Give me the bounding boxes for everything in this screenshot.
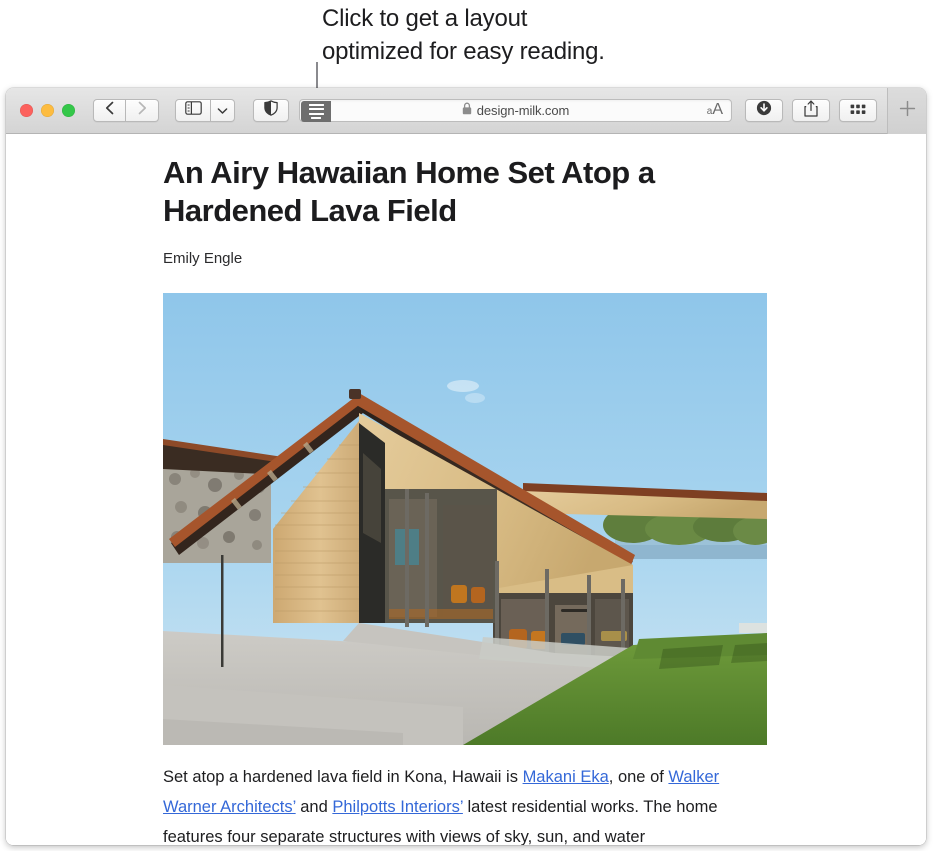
reader-icon-line-4	[311, 117, 321, 120]
address-field[interactable]: design-milk.com a A	[299, 99, 732, 122]
body-text-1: Set atop a hardened lava field in Kona, …	[163, 768, 523, 786]
tab-overview-icon	[850, 102, 866, 120]
shield-icon	[264, 100, 278, 121]
plus-icon	[898, 99, 917, 123]
body-text-2: , one of	[608, 768, 669, 786]
privacy-report-button[interactable]	[253, 99, 289, 122]
back-button[interactable]	[93, 99, 126, 122]
hero-image	[163, 293, 767, 745]
text-size-button[interactable]: a A	[703, 101, 727, 122]
download-icon	[756, 100, 772, 121]
screenshot-root: Click to get a layout optimized for easy…	[0, 0, 934, 851]
article-body: Set atop a hardened lava field in Kona, …	[163, 762, 763, 845]
callout-line-1: Click to get a layout	[322, 5, 528, 32]
navigation-buttons	[93, 99, 159, 122]
article: An Airy Hawaiian Home Set Atop a Hardene…	[6, 134, 926, 845]
sidebar-controls	[175, 99, 235, 122]
body-text-3: and	[295, 798, 333, 816]
url-text: design-milk.com	[476, 103, 570, 118]
reader-icon-line-2	[308, 108, 324, 111]
downloads-button[interactable]	[745, 99, 783, 122]
sidebar-menu-button[interactable]	[211, 99, 235, 122]
url-display: design-milk.com	[462, 102, 569, 120]
page-title: An Airy Hawaiian Home Set Atop a Hardene…	[163, 155, 655, 228]
reader-icon-line-3	[308, 112, 324, 115]
address-bar-container: design-milk.com a A	[299, 99, 732, 122]
browser-toolbar: design-milk.com a A	[6, 88, 926, 134]
lock-icon	[462, 102, 472, 120]
text-size-large-a: A	[712, 101, 723, 118]
chevron-right-icon	[138, 101, 147, 120]
article-byline: Emily Engle	[163, 250, 243, 267]
link-makani-eka[interactable]: Makani Eka	[523, 768, 609, 786]
chevron-down-icon	[217, 102, 228, 120]
new-tab-button[interactable]	[887, 88, 926, 134]
callout-line-2: optimized for easy reading.	[322, 38, 605, 65]
link-philpotts-interiors[interactable]: Philpotts Interiors’	[332, 798, 463, 816]
chevron-left-icon	[105, 101, 114, 120]
callout-annotation: Click to get a layout optimized for easy…	[322, 2, 882, 68]
reader-icon-line-1	[308, 103, 324, 106]
reader-content: An Airy Hawaiian Home Set Atop a Hardene…	[6, 134, 926, 845]
forward-button[interactable]	[126, 99, 159, 122]
sidebar-icon	[184, 101, 202, 120]
reader-view-button[interactable]	[301, 101, 331, 122]
close-button[interactable]	[20, 104, 33, 117]
minimize-button[interactable]	[41, 104, 54, 117]
safari-window: design-milk.com a A An Airy Hawaiian Hom…	[6, 88, 926, 845]
tab-overview-button[interactable]	[839, 99, 877, 122]
zoom-button[interactable]	[62, 104, 75, 117]
share-button[interactable]	[792, 99, 830, 122]
window-controls	[20, 104, 75, 117]
sidebar-toggle-button[interactable]	[175, 99, 211, 122]
share-icon	[804, 99, 818, 122]
toolbar-right-group	[745, 99, 877, 122]
